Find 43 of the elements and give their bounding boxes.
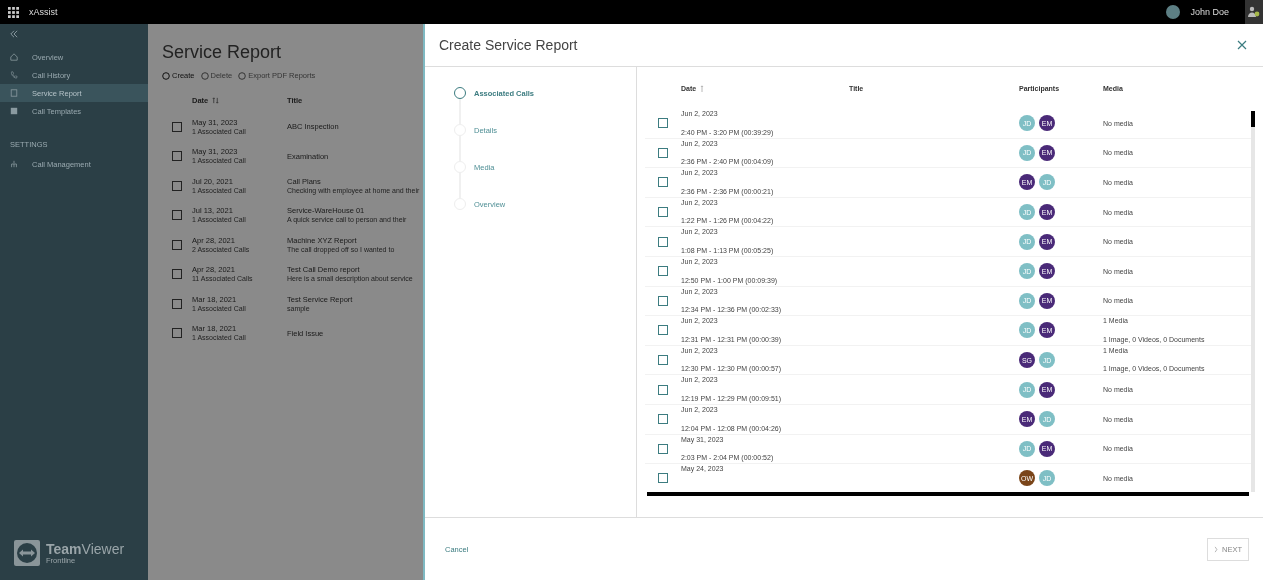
circle-icon — [162, 71, 170, 80]
row-checkbox[interactable] — [172, 180, 182, 191]
row-checkbox[interactable] — [658, 177, 668, 188]
logo-icon — [14, 540, 40, 566]
brand-name: TeamViewer — [46, 541, 125, 556]
row-checkbox[interactable] — [172, 210, 182, 221]
user-avatar[interactable] — [1166, 5, 1181, 19]
row-checkbox[interactable] — [658, 295, 668, 306]
row-checkbox[interactable] — [658, 414, 668, 425]
chevron-right-icon — [1214, 545, 1218, 553]
row-checkbox[interactable] — [172, 298, 182, 309]
row-checkbox[interactable] — [658, 118, 668, 129]
collapse-icon[interactable] — [10, 30, 18, 38]
phone-icon — [10, 71, 18, 79]
row-checkbox[interactable] — [172, 121, 182, 132]
sort-icon[interactable] — [212, 96, 220, 104]
dialog-title: Create Service Report — [439, 37, 578, 53]
horizontal-scrollbar[interactable] — [647, 492, 1249, 496]
row-checkbox[interactable] — [658, 147, 668, 158]
row-checkbox[interactable] — [658, 473, 668, 484]
circle-icon — [238, 71, 247, 80]
row-checkbox[interactable] — [172, 239, 182, 250]
row-checkbox[interactable] — [172, 328, 182, 339]
app-grid-icon[interactable] — [8, 6, 19, 18]
row-checkbox[interactable] — [658, 355, 668, 366]
row-checkbox[interactable] — [658, 266, 668, 277]
page-title: Service Report — [162, 42, 283, 63]
row-checkbox[interactable] — [172, 269, 182, 280]
app-name: xAssist — [29, 7, 58, 17]
people-icon[interactable] — [1245, 0, 1263, 24]
document-icon — [10, 89, 18, 97]
row-checkbox[interactable] — [658, 384, 668, 395]
hierarchy-icon — [10, 160, 18, 168]
row-checkbox[interactable] — [172, 151, 182, 162]
circle-icon — [200, 71, 209, 80]
row-checkbox[interactable] — [658, 443, 668, 454]
template-icon — [10, 107, 18, 115]
close-icon[interactable] — [1237, 40, 1247, 50]
user-name[interactable]: John Doe — [1190, 7, 1229, 17]
row-checkbox[interactable] — [658, 236, 668, 247]
home-icon — [10, 53, 18, 61]
row-checkbox[interactable] — [658, 325, 668, 336]
row-checkbox[interactable] — [658, 207, 668, 218]
